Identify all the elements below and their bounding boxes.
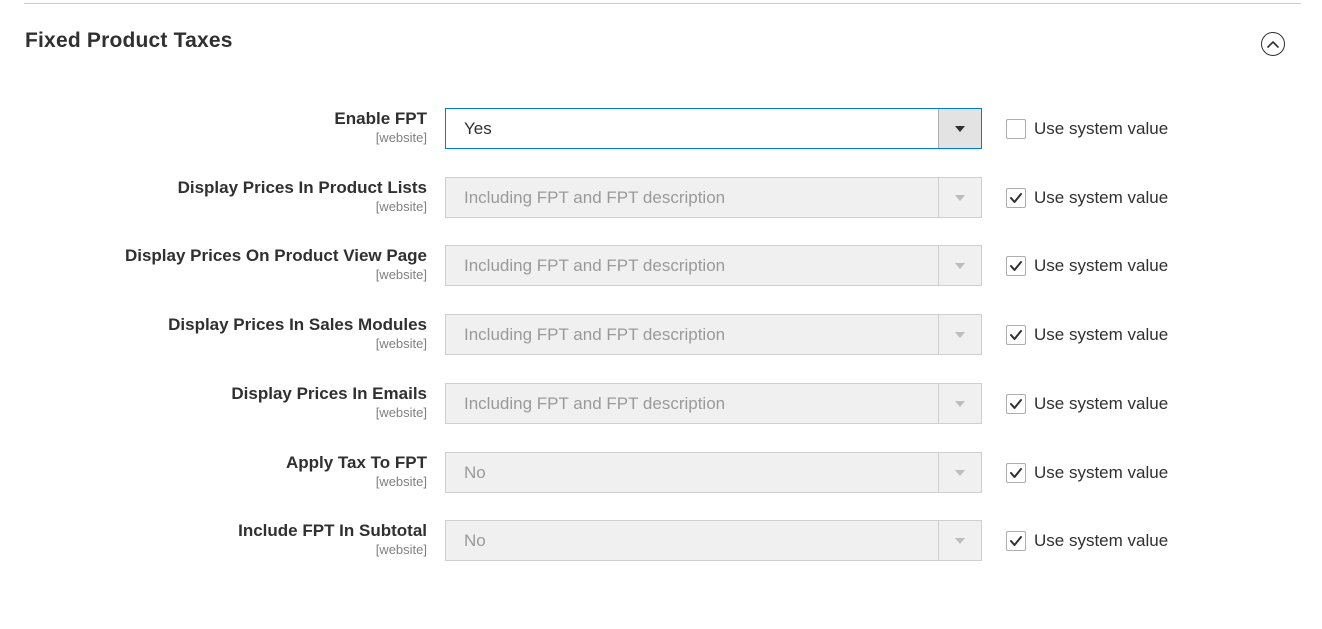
field-row-apply-tax-to-fpt: Apply Tax To FPT [website] No Use system… <box>0 452 1322 493</box>
field-row-display-prices-emails: Display Prices In Emails [website] Inclu… <box>0 383 1322 424</box>
field-label: Display Prices In Product Lists <box>177 178 427 197</box>
use-system-value-display-prices-product-view[interactable]: Use system value <box>1006 255 1168 277</box>
use-system-value-checkbox[interactable] <box>1006 325 1026 345</box>
caret-down-icon <box>955 537 965 544</box>
chevron-up-icon <box>1267 41 1279 48</box>
field-label-block: Display Prices On Product View Page [web… <box>125 246 427 283</box>
caret-down-icon <box>955 469 965 476</box>
caret-down-icon <box>955 125 965 132</box>
section-top-divider <box>24 3 1301 4</box>
use-system-value-checkbox[interactable] <box>1006 531 1026 551</box>
field-row-enable-fpt: Enable FPT [website] Yes Use system valu… <box>0 108 1322 149</box>
section-collapse-button[interactable] <box>1261 32 1285 56</box>
field-label-block: Include FPT In Subtotal [website] <box>238 521 427 558</box>
use-system-value-label: Use system value <box>1034 394 1169 413</box>
field-label: Apply Tax To FPT <box>285 453 427 472</box>
select-value: Yes <box>464 119 492 138</box>
field-label-block: Apply Tax To FPT [website] <box>286 453 427 490</box>
field-scope: [website] <box>375 405 427 420</box>
use-system-value-include-fpt-in-subtotal[interactable]: Use system value <box>1006 530 1168 552</box>
display-prices-sales-modules-select[interactable]: Including FPT and FPT description <box>445 314 982 355</box>
use-system-value-display-prices-sales-modules[interactable]: Use system value <box>1006 324 1168 346</box>
checkmark-icon <box>1010 536 1022 546</box>
display-prices-product-view-select[interactable]: Including FPT and FPT description <box>445 245 982 286</box>
caret-down-icon <box>955 262 965 269</box>
checkmark-icon <box>1010 193 1022 203</box>
select-value: Including FPT and FPT description <box>464 256 726 275</box>
field-label-block: Display Prices In Sales Modules [website… <box>168 315 427 352</box>
field-label: Display Prices In Sales Modules <box>168 315 427 334</box>
use-system-value-label: Use system value <box>1034 325 1169 344</box>
use-system-value-label: Use system value <box>1034 463 1169 482</box>
dropdown-toggle[interactable] <box>938 315 981 354</box>
checkmark-icon <box>1010 468 1022 478</box>
use-system-value-display-prices-product-lists[interactable]: Use system value <box>1006 187 1168 209</box>
dropdown-toggle[interactable] <box>938 453 981 492</box>
use-system-value-checkbox[interactable] <box>1006 188 1026 208</box>
field-label-block: Display Prices In Emails [website] <box>231 384 427 421</box>
use-system-value-label: Use system value <box>1034 188 1169 207</box>
dropdown-toggle[interactable] <box>938 178 981 217</box>
select-value: Including FPT and FPT description <box>464 188 726 207</box>
use-system-value-checkbox[interactable] <box>1006 256 1026 276</box>
select-value: No <box>464 463 486 482</box>
dropdown-toggle[interactable] <box>938 109 981 148</box>
field-label: Display Prices On Product View Page <box>124 246 427 265</box>
field-scope: [website] <box>375 130 427 145</box>
use-system-value-label: Use system value <box>1034 119 1169 138</box>
checkmark-icon <box>1010 330 1022 340</box>
caret-down-icon <box>955 400 965 407</box>
select-value: Including FPT and FPT description <box>464 325 726 344</box>
use-system-value-checkbox[interactable] <box>1006 463 1026 483</box>
caret-down-icon <box>955 331 965 338</box>
field-label-block: Enable FPT [website] <box>334 109 427 146</box>
dropdown-toggle[interactable] <box>938 246 981 285</box>
dropdown-toggle[interactable] <box>938 521 981 560</box>
use-system-value-enable-fpt[interactable]: Use system value <box>1006 118 1168 140</box>
field-label: Display Prices In Emails <box>231 384 427 403</box>
field-row-display-prices-sales-modules: Display Prices In Sales Modules [website… <box>0 314 1322 355</box>
use-system-value-apply-tax-to-fpt[interactable]: Use system value <box>1006 462 1168 484</box>
field-scope: [website] <box>375 199 427 214</box>
field-label: Enable FPT <box>334 109 427 128</box>
section-title: Fixed Product Taxes <box>25 29 233 52</box>
field-scope: [website] <box>375 267 427 282</box>
display-prices-product-lists-select[interactable]: Including FPT and FPT description <box>445 177 982 218</box>
apply-tax-to-fpt-select[interactable]: No <box>445 452 982 493</box>
use-system-value-label: Use system value <box>1034 531 1169 550</box>
use-system-value-display-prices-emails[interactable]: Use system value <box>1006 393 1168 415</box>
field-label-block: Display Prices In Product Lists [website… <box>178 178 427 215</box>
checkmark-icon <box>1010 399 1022 409</box>
select-value: Including FPT and FPT description <box>464 394 726 413</box>
caret-down-icon <box>955 194 965 201</box>
use-system-value-label: Use system value <box>1034 256 1169 275</box>
checkmark-icon <box>1010 261 1022 271</box>
field-scope: [website] <box>375 336 427 351</box>
use-system-value-checkbox[interactable] <box>1006 119 1026 139</box>
field-label: Include FPT In Subtotal <box>238 521 427 540</box>
field-row-display-prices-product-view: Display Prices On Product View Page [web… <box>0 245 1322 286</box>
display-prices-emails-select[interactable]: Including FPT and FPT description <box>445 383 982 424</box>
enable-fpt-select[interactable]: Yes <box>445 108 982 149</box>
dropdown-toggle[interactable] <box>938 384 981 423</box>
field-scope: [website] <box>375 474 427 489</box>
field-row-display-prices-product-lists: Display Prices In Product Lists [website… <box>0 177 1322 218</box>
field-scope: [website] <box>375 542 427 557</box>
include-fpt-in-subtotal-select[interactable]: No <box>445 520 982 561</box>
use-system-value-checkbox[interactable] <box>1006 394 1026 414</box>
field-row-include-fpt-in-subtotal: Include FPT In Subtotal [website] No Use… <box>0 520 1322 561</box>
select-value: No <box>464 531 486 550</box>
